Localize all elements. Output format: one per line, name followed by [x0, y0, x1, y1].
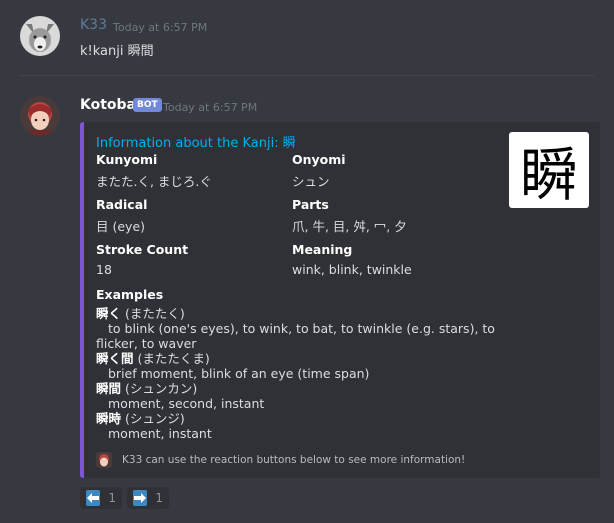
field-name-radical: Radical — [96, 197, 148, 212]
timestamp: Today at 6:57 PM — [113, 21, 208, 34]
reaction-prev-button[interactable]: 1 — [80, 487, 122, 509]
example-word: 瞬く間 — [96, 351, 134, 366]
field-name-kunyomi: Kunyomi — [96, 152, 158, 167]
footer-text: K33 can use the reaction buttons below t… — [122, 454, 466, 466]
kanji-embed: Information about the Kanji: 瞬 瞬 Kunyomi… — [80, 122, 600, 478]
embed-footer: K33 can use the reaction buttons below t… — [96, 452, 465, 468]
field-value-stroke-count: 18 — [96, 262, 112, 277]
kanji-thumbnail[interactable]: 瞬 — [509, 132, 589, 209]
reaction-count: 1 — [155, 491, 163, 505]
embed-title[interactable]: Information about the Kanji: 瞬 — [96, 132, 296, 151]
field-value-radical: 目 (eye) — [96, 219, 146, 234]
example-definition: moment, instant — [108, 426, 212, 441]
message-content: k!kanji 瞬間 — [80, 44, 154, 59]
example-reading: (またたくま) — [133, 351, 210, 366]
field-name-meaning: Meaning — [292, 242, 353, 257]
reaction-count: 1 — [108, 491, 116, 505]
example-item: 瞬く間 (またたくま) brief moment, blink of an ey… — [96, 351, 496, 381]
wolf-avatar-icon — [20, 16, 60, 56]
example-item: 瞬間 (シュンカン) moment, second, instant — [96, 381, 496, 411]
examples-label: Examples — [96, 287, 164, 302]
example-definition: brief moment, blink of an eye (time span… — [108, 366, 370, 381]
example-reading: (シュンジ) — [121, 411, 185, 426]
arrow-right-icon — [133, 490, 148, 506]
username[interactable]: K33 — [80, 17, 107, 33]
example-reading: (またたく) — [121, 306, 185, 321]
message-divider — [20, 75, 594, 76]
field-value-onyomi: シュン — [292, 174, 330, 189]
field-value-kunyomi: またた.く, まじろ.ぐ — [96, 174, 212, 189]
field-value-parts: 爪, 牛, 目, 舛, 冖, 夕 — [292, 219, 407, 234]
field-name-onyomi: Onyomi — [292, 152, 346, 167]
reaction-next-button[interactable]: 1 — [127, 487, 169, 509]
example-word: 瞬く — [96, 306, 122, 321]
anime-avatar-icon — [20, 96, 60, 136]
timestamp: Today at 6:57 PM — [163, 101, 258, 114]
example-word: 瞬間 — [96, 381, 122, 396]
avatar[interactable] — [20, 16, 60, 56]
example-definition: moment, second, instant — [108, 396, 265, 411]
avatar[interactable] — [20, 96, 60, 136]
field-name-parts: Parts — [292, 197, 329, 212]
example-item: 瞬時 (シュンジ) moment, instant — [96, 411, 496, 441]
field-name-stroke-count: Stroke Count — [96, 242, 189, 257]
example-item: 瞬く (またたく) to blink (one's eyes), to wink… — [96, 306, 496, 351]
field-value-meaning: wink, blink, twinkle — [292, 262, 412, 277]
example-word: 瞬時 — [96, 411, 122, 426]
bot-tag: BOT — [133, 98, 162, 112]
arrow-left-icon — [86, 490, 101, 506]
username[interactable]: Kotoba — [80, 97, 136, 113]
example-definition: to blink (one's eyes), to wink, to bat, … — [96, 321, 495, 351]
footer-avatar-icon — [96, 452, 112, 468]
example-reading: (シュンカン) — [121, 381, 198, 396]
